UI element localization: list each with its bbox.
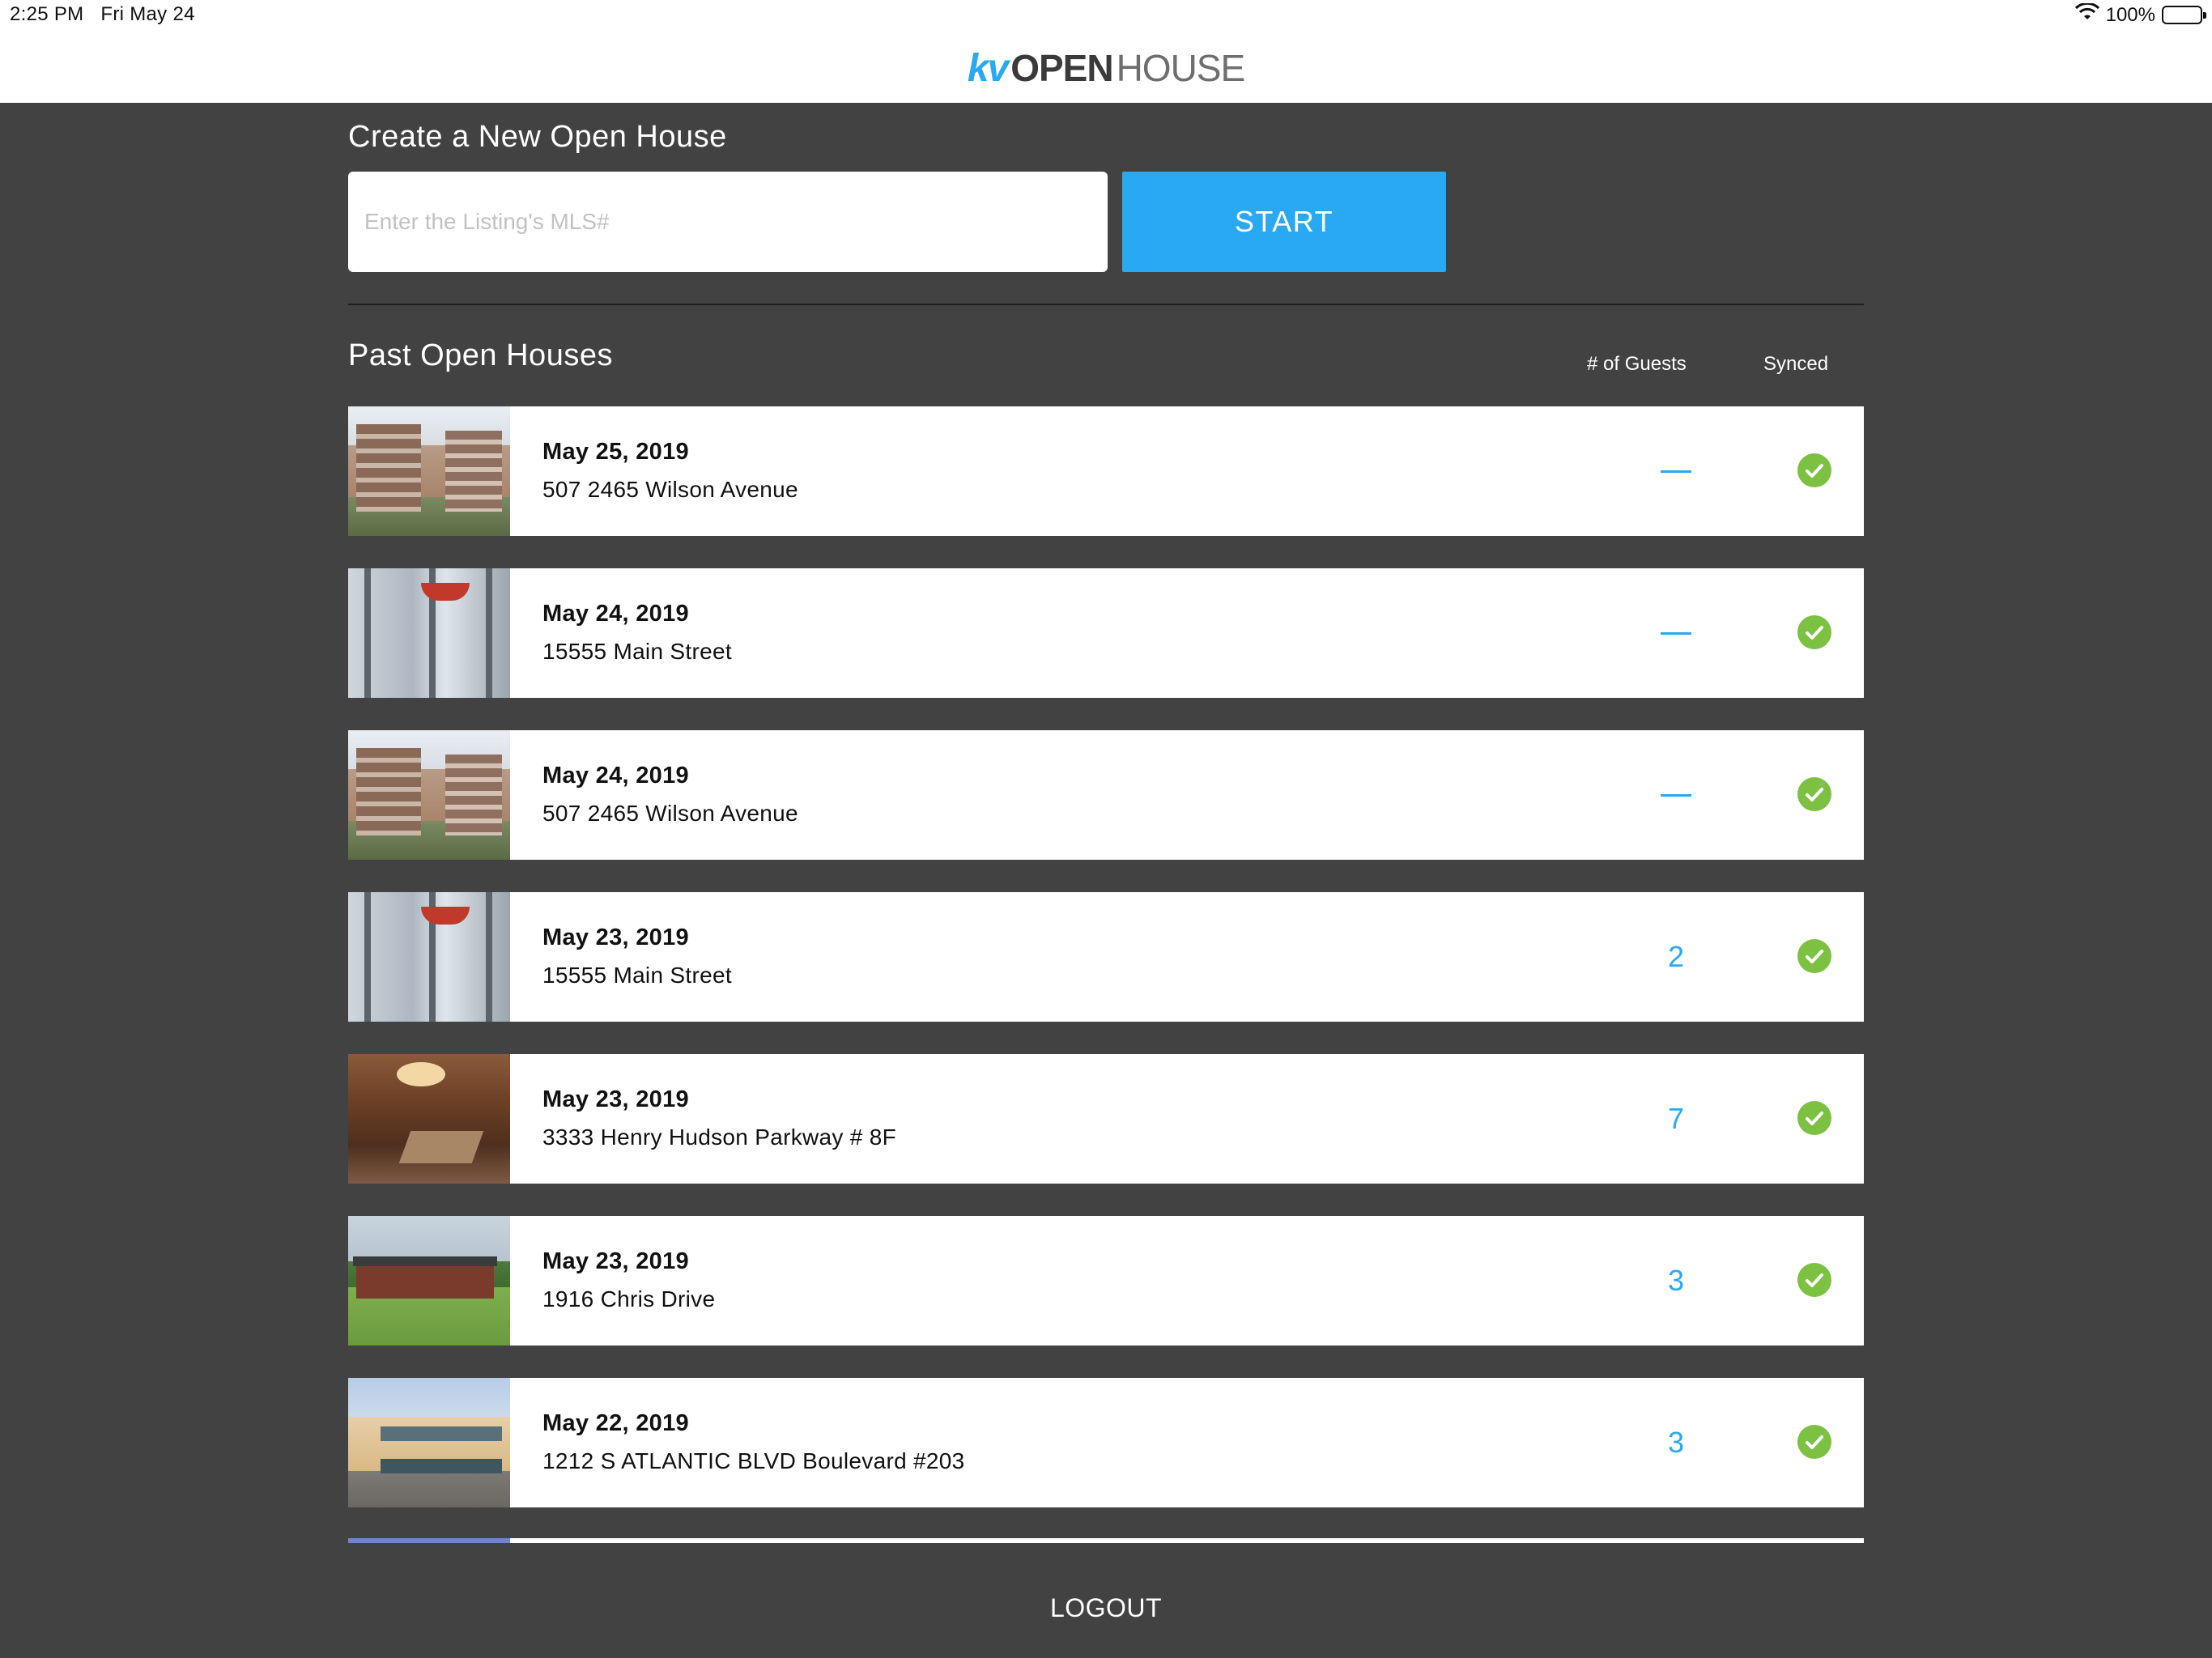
synced-check-icon [1797,1263,1831,1297]
wifi-icon [2074,2,2099,27]
app-logo: kv OPEN HOUSE [0,44,2212,92]
synced-check-icon [1797,1101,1831,1135]
guest-count: 2 [1667,940,1685,973]
row-address: 1212 S ATLANTIC BLVD Boulevard #203 [542,1448,965,1473]
start-button[interactable]: START [1122,172,1446,272]
logo-open: OPEN [1010,47,1113,89]
row-address: 15555 Main Street [542,963,732,988]
synced-check-icon [1797,939,1831,973]
row-text: May 22, 2019 1212 S ATLANTIC BLVD Boulev… [542,1410,965,1474]
column-header-synced: Synced [1763,353,1829,375]
row-address: 507 2465 Wilson Avenue [542,801,798,826]
list-item[interactable]: May 24, 2019 507 2465 Wilson Avenue [348,730,1864,860]
row-text: May 25, 2019 507 2465 Wilson Avenue [542,439,798,503]
row-address: 507 2465 Wilson Avenue [542,477,798,502]
listing-thumbnail [348,730,510,860]
section-divider [348,304,1864,305]
guest-count: 3 [1667,1264,1685,1297]
guest-count-empty [1636,568,1716,698]
row-text: May 23, 2019 15555 Main Street [542,925,732,988]
row-date: May 24, 2019 [542,601,689,627]
guest-count: 3 [1667,1426,1685,1459]
row-address: 1916 Chris Drive [542,1286,716,1312]
dash-icon [1661,631,1691,635]
listing-thumbnail [348,1054,510,1184]
row-date: May 24, 2019 [542,763,689,789]
synced-check-icon [1797,777,1831,811]
row-text: May 23, 2019 1916 Chris Drive [542,1248,715,1312]
row-date: May 22, 2019 [542,1410,689,1436]
listing-thumbnail [348,1378,510,1507]
list-item[interactable]: May 23, 2019 15555 Main Street 2 [348,892,1864,1022]
battery-icon [2162,6,2206,24]
list-item[interactable]: May 23, 2019 1916 Chris Drive 3 [348,1216,1864,1346]
synced-check-icon [1797,615,1831,649]
row-text: May 24, 2019 15555 Main Street [542,601,732,665]
row-date: May 25, 2019 [542,439,689,465]
logout-button[interactable]: LOGOUT [1025,1593,1187,1623]
battery-percent: 100% [2105,3,2155,26]
status-bar-right: 100% [2074,2,2206,27]
row-text: May 23, 2019 3333 Henry Hudson Parkway #… [542,1086,896,1150]
dash-icon [1661,793,1691,797]
listing-thumbnail [348,892,510,1022]
row-date: May 23, 2019 [542,1248,689,1274]
status-date: Fri May 24 [100,3,195,25]
listing-thumbnail [348,406,510,536]
list-item[interactable]: May 23, 2019 3333 Henry Hudson Parkway #… [348,1054,1864,1184]
past-section-title: Past Open Houses [348,338,613,372]
list-item[interactable]: May 25, 2019 507 2465 Wilson Avenue [348,406,1864,536]
list-item[interactable]: May 22, 2019 1212 S ATLANTIC BLVD Boulev… [348,1378,1864,1507]
row-address: 3333 Henry Hudson Parkway # 8F [542,1124,896,1150]
list-item-partial[interactable] [348,1538,1864,1543]
column-header-guests: # of Guests [1587,353,1687,375]
logo-kv: kv [967,46,1009,90]
listing-thumbnail [348,568,510,698]
list-item[interactable]: May 24, 2019 15555 Main Street [348,568,1864,698]
status-time: 2:25 PM [10,3,84,25]
guest-count-empty [1636,730,1716,860]
row-address: 15555 Main Street [542,639,732,664]
dash-icon [1661,470,1691,473]
mls-input[interactable] [348,172,1108,272]
listing-thumbnail [348,1216,510,1346]
row-date: May 23, 2019 [542,925,689,950]
synced-check-icon [1797,453,1831,487]
top-bar: 2:25 PM Fri May 24 100% kv OPEN HOUSE [0,0,2212,103]
row-date: May 23, 2019 [542,1086,689,1112]
guest-count-empty [1636,406,1716,536]
create-section-title: Create a New Open House [348,120,727,154]
synced-check-icon [1797,1425,1831,1459]
guest-count: 7 [1667,1102,1685,1135]
logo-house: HOUSE [1116,47,1246,89]
status-bar-time: 2:25 PM Fri May 24 [10,3,195,26]
row-text: May 24, 2019 507 2465 Wilson Avenue [542,763,798,827]
